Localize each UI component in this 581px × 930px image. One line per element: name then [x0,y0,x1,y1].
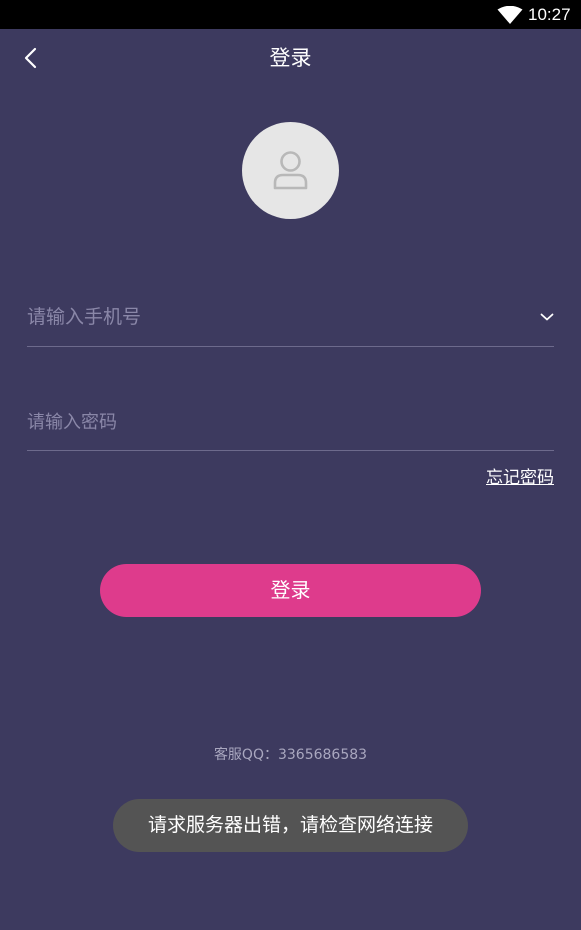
wifi-icon [497,6,523,24]
forgot-password-link[interactable]: 忘记密码 [486,466,554,490]
status-time: 10:27 [528,5,571,24]
error-toast: 请求服务器出错，请检查网络连接 [113,799,468,852]
phone-input[interactable] [27,302,507,332]
status-bar: 10:27 [0,0,581,29]
customer-service-qq: 客服QQ：3365686583 [213,747,368,763]
avatar[interactable] [242,122,339,219]
page-title: 登录 [269,46,312,70]
password-input[interactable] [27,407,507,437]
user-icon [273,151,308,190]
login-button[interactable]: 登录 [100,564,481,617]
chevron-down-icon[interactable] [540,310,554,324]
phone-field [27,290,554,347]
password-field [27,394,554,451]
